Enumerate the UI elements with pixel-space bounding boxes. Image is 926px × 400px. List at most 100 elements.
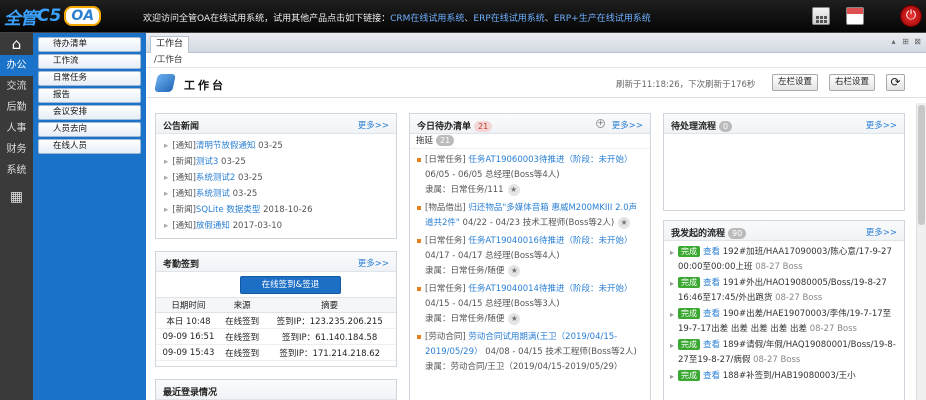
- attendance-panel: 考勤签到 更多>> 在线签到&签退 日期时间 来源 摘要 本日 10:48 在线…: [155, 251, 397, 367]
- todo-item: [劳动合同] 劳动合同试用期满(王卫（2019/04/15-2019/05/29…: [417, 330, 644, 375]
- scrollbar[interactable]: [916, 103, 926, 400]
- status-badge: 完成: [678, 277, 700, 288]
- erp-link[interactable]: ERP在线试用系统: [473, 14, 544, 24]
- view-link[interactable]: 查看: [703, 340, 720, 350]
- todo-link[interactable]: 任务AT19040014待推进（阶段：未开始）: [468, 284, 632, 294]
- check-in-button[interactable]: 在线签到&签退: [240, 276, 341, 294]
- myflows-title-text: 我发起的流程: [671, 229, 726, 239]
- flow-item: 完成查看 189#请假/年假/HAQ19080001/Boss/19-8-27至…: [670, 338, 898, 368]
- pending-panel-title: 待处理流程 0: [671, 119, 733, 132]
- sub-menu: 待办清单 工作流 日常任务 报告 会议安排 人员去向 在线人员: [33, 33, 146, 400]
- right-column-settings-button[interactable]: 右栏设置: [829, 74, 876, 91]
- view-link[interactable]: 查看: [703, 309, 720, 319]
- view-link[interactable]: 查看: [703, 247, 720, 257]
- news-item: ▸ [通知]放假通知 2017-03-10: [164, 218, 396, 234]
- nav-item-finance[interactable]: 财务: [0, 139, 33, 160]
- submenu-meetings[interactable]: 会议安排: [38, 105, 141, 120]
- view-link[interactable]: 查看: [703, 278, 720, 288]
- submenu-staff-whereabouts[interactable]: 人员去向: [38, 122, 141, 137]
- flow-list: 完成查看 192#加班/HAA17090003/陈心意/17-9-27 00:0…: [664, 241, 904, 384]
- page-header: 工作台 刷新于11:18:26，下次刷新于176秒 左栏设置 右栏设置 ⟳: [146, 68, 926, 98]
- calculator-icon[interactable]: [812, 7, 830, 25]
- column-header: 摘要: [263, 297, 396, 313]
- news-title-link[interactable]: 测试3: [196, 157, 218, 167]
- workbench-icon: [154, 74, 176, 92]
- overdue-row: 拖延 21: [410, 134, 650, 149]
- attendance-panel-header: 考勤签到 更多>>: [156, 252, 396, 272]
- submenu-workflow[interactable]: 工作流: [38, 54, 141, 69]
- myflows-more-link[interactable]: 更多>>: [866, 226, 897, 238]
- news-item: ▸ [通知]系统测试 03-25: [164, 186, 396, 202]
- logo-c5-text: C5: [37, 6, 62, 26]
- power-icon[interactable]: ⏻: [900, 5, 922, 27]
- todo-time: 04/17 - 04/17: [425, 251, 483, 261]
- submenu-online-staff[interactable]: 在线人员: [38, 139, 141, 154]
- calendar-icon[interactable]: [846, 7, 864, 25]
- pending-more-link[interactable]: 更多>>: [866, 119, 897, 131]
- news-prefix: [新闻]: [172, 157, 196, 167]
- overdue-count-badge: 21: [436, 135, 455, 146]
- myflows-panel-header: 我发起的流程 90 更多>>: [664, 221, 904, 241]
- todo-category: [物品借出]: [425, 203, 466, 213]
- news-prefix: [通知]: [172, 221, 196, 231]
- collapse-icon[interactable]: ▴: [889, 37, 898, 46]
- todo-link[interactable]: 任务AT19040016待推进（阶段：未开始）: [468, 236, 632, 246]
- news-prefix: [新闻]: [172, 205, 196, 215]
- star-icon[interactable]: ★: [618, 216, 631, 229]
- nav-item-logistics[interactable]: 后勤: [0, 97, 33, 118]
- bullet-icon: ▸: [164, 205, 169, 215]
- add-todo-icon[interactable]: +: [596, 119, 605, 128]
- myflows-panel-title: 我发起的流程 90: [671, 226, 747, 239]
- apps-icon[interactable]: ▦: [0, 185, 33, 209]
- scrollbar-thumb[interactable]: [918, 105, 925, 225]
- submenu-reports[interactable]: 报告: [38, 88, 141, 103]
- submenu-todo-list[interactable]: 待办清单: [38, 37, 141, 52]
- flow-owner: Boss: [782, 262, 803, 272]
- cell-summary: 签到IP：61.140.184.58: [263, 328, 396, 345]
- todo-link[interactable]: 任务AT19060003待推进（阶段：未开始）: [468, 155, 632, 165]
- news-panel: 公告新闻 更多>> ▸ [通知]清明节放假通知 03-25 ▸ [新闻]测试3 03…: [155, 113, 397, 239]
- todo-item: [日常任务] 任务AT19040016待推进（阶段：未开始） 04/17 - 0…: [417, 234, 644, 279]
- news-title-link[interactable]: 系统测试2: [196, 173, 235, 183]
- news-title-link[interactable]: 放假通知: [196, 221, 230, 231]
- news-title-link[interactable]: 系统测试: [196, 189, 230, 199]
- login-panel-header: 最近登录情况: [156, 380, 396, 400]
- tab-bar: 工作台 ▴ ⊞ ⊠: [146, 33, 926, 53]
- left-column-settings-button[interactable]: 左栏设置: [772, 74, 819, 91]
- refresh-status: 刷新于11:18:26，下次刷新于176秒: [616, 80, 756, 90]
- erp-production-link[interactable]: ERP+生产在线试用系统: [554, 14, 651, 24]
- submenu-daily-tasks[interactable]: 日常任务: [38, 71, 141, 86]
- news-title-link[interactable]: 清明节放假通知: [196, 141, 256, 151]
- close-tab-icon[interactable]: ⊠: [913, 37, 922, 46]
- nav-item-hr[interactable]: 人事: [0, 118, 33, 139]
- flow-date: 08-27: [755, 262, 780, 272]
- news-panel-title: 公告新闻: [163, 122, 200, 132]
- bullet-icon: ▸: [164, 189, 169, 199]
- news-date: 03-25: [232, 189, 258, 199]
- nav-item-communication[interactable]: 交流: [0, 76, 33, 97]
- home-icon[interactable]: ⌂: [0, 33, 33, 55]
- news-title-link[interactable]: SQLite 数据类型: [196, 205, 260, 215]
- attendance-more-link[interactable]: 更多>>: [358, 257, 389, 269]
- news-more-link[interactable]: 更多>>: [358, 119, 389, 131]
- star-icon[interactable]: ★: [508, 264, 521, 277]
- nav-item-office[interactable]: 办公: [0, 55, 33, 76]
- column-header: 日期时间: [156, 297, 221, 313]
- todo-category: [日常任务]: [425, 155, 466, 165]
- todo-more-link[interactable]: 更多>>: [612, 119, 643, 131]
- news-item: ▸ [通知]清明节放假通知 03-25: [164, 138, 396, 154]
- crm-link[interactable]: CRM在线试用系统: [390, 14, 464, 24]
- tab-workbench[interactable]: 工作台: [150, 36, 190, 53]
- star-icon[interactable]: ★: [508, 312, 521, 325]
- breadcrumb: /工作台: [146, 53, 926, 68]
- star-icon[interactable]: ★: [507, 183, 520, 196]
- refresh-icon[interactable]: ⟳: [886, 74, 905, 91]
- pending-count-badge: 0: [719, 121, 733, 132]
- maximize-icon[interactable]: ⊞: [901, 37, 910, 46]
- app-logo[interactable]: 全管 C5 OA: [4, 4, 102, 29]
- flow-item: 完成查看 190#出差/HAE19070003/李伟/19-7-17至19-7-…: [670, 307, 898, 337]
- nav-item-system[interactable]: 系统: [0, 160, 33, 181]
- todo-person: 总经理(Boss等3人): [485, 299, 560, 309]
- view-link[interactable]: 查看: [703, 371, 720, 381]
- todo-item: [日常任务] 任务AT19060003待推进（阶段：未开始） 06/05 - 0…: [417, 153, 644, 198]
